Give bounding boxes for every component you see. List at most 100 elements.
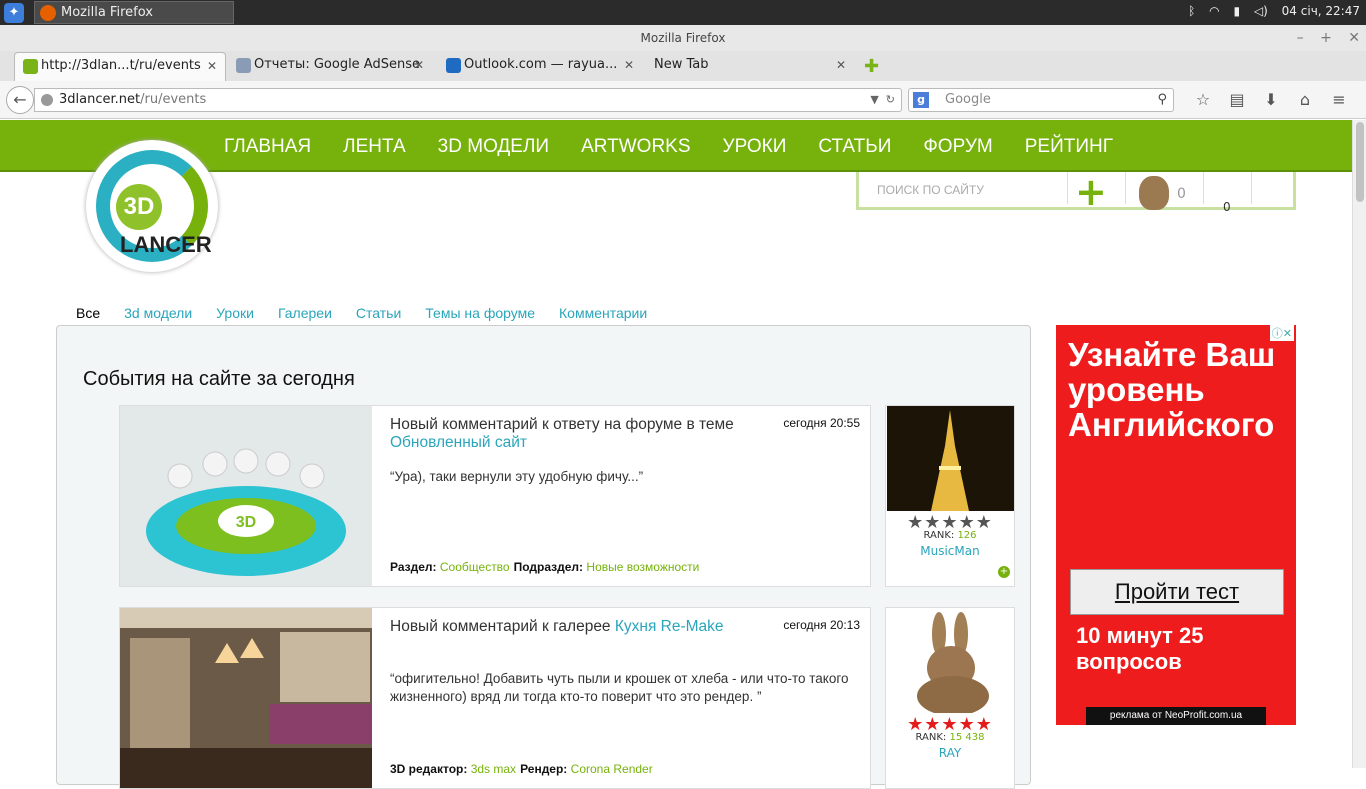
event-quote: “офигительно! Добавить чуть пыли и кроше…	[390, 671, 849, 704]
user-avatar-image[interactable]	[887, 406, 1014, 511]
tab-close-icon[interactable]: ✕	[836, 52, 846, 78]
meta-render-link[interactable]: Corona Render	[571, 762, 653, 776]
tab-close-icon[interactable]: ✕	[207, 53, 217, 79]
clock[interactable]: 04 січ, 22:47	[1282, 4, 1360, 18]
user-avatar-image[interactable]	[887, 608, 1014, 713]
outlook-favicon	[446, 58, 461, 73]
url-path: /ru/events	[140, 92, 207, 107]
os-taskbar: ✦ Mozilla Firefox ᛒ ◠ ▮ ◁) 04 січ, 22:47	[0, 0, 1366, 25]
event-time: сегодня 20:13	[783, 618, 860, 632]
search-icon[interactable]: ⚲	[1157, 89, 1167, 111]
tab-adsense[interactable]: Отчеты: Google AdSense ✕	[228, 52, 432, 81]
tab-close-icon[interactable]: ✕	[624, 52, 634, 78]
ad-footer: реклама от NeoProfit.com.ua	[1086, 707, 1266, 725]
browser-search-box[interactable]: g Google ⚲	[908, 88, 1174, 112]
event-title-link[interactable]: Кухня Re-Make	[615, 618, 724, 635]
menu-artworks[interactable]: ARTWORKS	[581, 136, 690, 157]
meta-label: 3D редактор:	[390, 762, 468, 776]
filter-comments[interactable]: Комментарии	[559, 305, 647, 321]
filter-forum-topics[interactable]: Темы на форуме	[425, 305, 535, 321]
message-count[interactable]: 0	[1177, 186, 1186, 202]
notification-count[interactable]: 0	[1223, 200, 1231, 214]
site-search-input[interactable]: ПОИСК ПО САЙТУ	[865, 176, 1067, 204]
bookmark-star-icon[interactable]: ☆	[1186, 90, 1220, 109]
url-dropdown-reload-icons[interactable]: ▼ ↻	[870, 89, 895, 111]
user-avatar[interactable]	[1139, 176, 1169, 210]
tab-label: New Tab	[654, 57, 709, 72]
filter-galleries[interactable]: Галереи	[278, 305, 332, 321]
meta-section-link[interactable]: Сообщество	[440, 560, 510, 574]
menu-forum[interactable]: ФОРУМ	[923, 136, 992, 157]
filter-lessons[interactable]: Уроки	[216, 305, 254, 321]
google-engine-icon[interactable]: g	[913, 92, 929, 108]
user-name-link[interactable]: RAY	[886, 746, 1014, 760]
tab-outlook[interactable]: Outlook.com — rayua... ✕	[438, 52, 642, 81]
event-quote: “Ура), таки вернули эту удобную фичу...”	[390, 469, 644, 484]
event-title-link[interactable]: Обновленный сайт	[390, 434, 527, 451]
tab-label: Outlook.com — rayua...	[464, 57, 618, 72]
site-user-panel: ПОИСК ПО САЙТУ + 0 0	[856, 170, 1296, 214]
maximize-icon[interactable]: +	[1320, 30, 1332, 46]
menu-3d-models[interactable]: 3D МОДЕЛИ	[438, 136, 549, 157]
event-thumbnail[interactable]: 3D	[120, 406, 372, 586]
filter-articles[interactable]: Статьи	[356, 305, 401, 321]
eiffel-tower-image	[887, 406, 1014, 511]
ad-take-test-button[interactable]: Пройти тест	[1070, 569, 1284, 615]
meta-label: Раздел:	[390, 560, 437, 574]
back-arrow-icon[interactable]: ←	[6, 86, 34, 114]
tab-new-tab[interactable]: New Tab ✕	[646, 52, 854, 81]
battery-icon[interactable]: ▮	[1233, 4, 1240, 18]
tab-label: Отчеты: Google AdSense	[254, 57, 420, 72]
menu-icon[interactable]: ≡	[1322, 90, 1356, 109]
tab-label: http://3dlan...t/ru/events	[41, 58, 201, 73]
close-icon[interactable]: ✕	[1348, 30, 1360, 46]
menu-lessons[interactable]: УРОКИ	[723, 136, 787, 157]
window-titlebar: Mozilla Firefox – + ✕	[0, 25, 1366, 51]
url-bar[interactable]: 3dlancer.net/ru/events ▼ ↻	[34, 88, 902, 112]
filter-all[interactable]: Все	[76, 305, 100, 321]
filter-3d-models[interactable]: 3d модели	[124, 305, 192, 321]
download-icon[interactable]: ⬇	[1254, 90, 1288, 109]
user-name-link[interactable]: MusicMan	[886, 544, 1014, 558]
menu-home[interactable]: ГЛАВНАЯ	[224, 136, 311, 157]
volume-icon[interactable]: ◁)	[1254, 4, 1268, 18]
new-tab-plus-icon[interactable]: ✚	[864, 56, 879, 77]
adsense-favicon	[236, 58, 251, 73]
ad-subtext: 10 минут 25 вопросов	[1076, 623, 1204, 674]
rabbit-image	[887, 608, 1014, 713]
event-thumbnail[interactable]	[120, 608, 372, 788]
ad-headline: Узнайте Ваш уровень Английского	[1068, 336, 1276, 443]
start-menu-icon[interactable]: ✦	[4, 3, 24, 23]
scrollbar-thumb[interactable]	[1356, 122, 1364, 202]
meta-subsection-link[interactable]: Новые возможности	[586, 560, 699, 574]
tab-3dlancer[interactable]: http://3dlan...t/ru/events ✕	[14, 52, 226, 81]
advertisement-banner[interactable]: ⓘ✕ Узнайте Ваш уровень Английского Пройт…	[1056, 325, 1296, 725]
event-time: сегодня 20:55	[783, 416, 860, 430]
3d-meeting-image: 3D	[120, 406, 372, 586]
menu-articles[interactable]: СТАТЬИ	[818, 136, 891, 157]
page-scrollbar[interactable]	[1352, 120, 1366, 768]
url-domain: 3dlancer.net	[59, 92, 141, 107]
wifi-icon[interactable]: ◠	[1209, 4, 1219, 18]
search-placeholder: Google	[945, 92, 991, 107]
logo-text: LANCER	[120, 232, 212, 257]
taskbar-firefox-button[interactable]: Mozilla Firefox	[34, 1, 234, 24]
taskbar-app-label: Mozilla Firefox	[61, 5, 153, 20]
menu-rating[interactable]: РЕЙТИНГ	[1025, 136, 1113, 157]
tab-close-icon[interactable]: ✕	[414, 52, 424, 78]
events-panel: События на сайте за сегодня 3D Новый ком…	[56, 325, 1031, 789]
divider	[1067, 172, 1068, 204]
bluetooth-icon[interactable]: ᛒ	[1188, 4, 1195, 18]
user-card: ★★★★★ RANK: 126 MusicMan +	[885, 405, 1015, 587]
globe-icon	[41, 94, 53, 106]
minimize-icon[interactable]: –	[1297, 30, 1304, 46]
meta-editor-link[interactable]: 3ds max	[471, 762, 516, 776]
reading-list-icon[interactable]: ▤	[1220, 90, 1254, 109]
home-icon[interactable]: ⌂	[1288, 90, 1322, 109]
menu-feed[interactable]: ЛЕНТА	[343, 136, 406, 157]
add-plus-icon[interactable]: +	[1075, 170, 1107, 214]
add-friend-icon[interactable]: +	[998, 566, 1010, 578]
page-title: События на сайте за сегодня	[83, 368, 355, 390]
firefox-icon	[40, 5, 56, 21]
system-tray: ᛒ ◠ ▮ ◁) 04 січ, 22:47	[1178, 4, 1360, 18]
